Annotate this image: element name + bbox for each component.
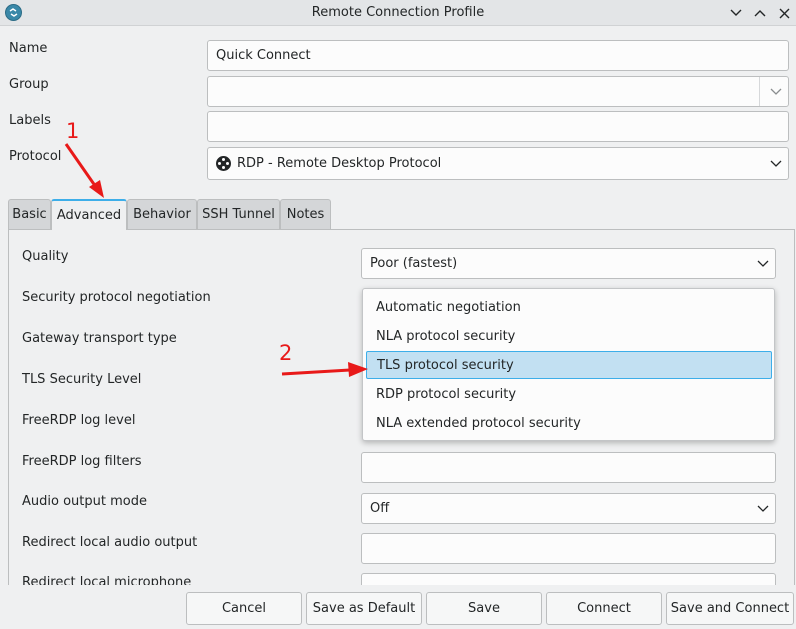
audio-output-label: Audio output mode — [22, 494, 147, 509]
freerdp-log-filters-field[interactable] — [361, 452, 776, 483]
chevron-down-icon — [770, 88, 782, 95]
window-title: Remote Connection Profile — [311, 5, 485, 20]
tab-notes[interactable]: Notes — [280, 199, 331, 229]
labels-label: Labels — [9, 113, 51, 128]
rdp-protocol-icon — [216, 156, 231, 171]
protocol-label: Protocol — [9, 149, 62, 164]
freerdp-log-level-label: FreeRDP log level — [22, 413, 136, 428]
redirect-microphone-field[interactable] — [361, 573, 776, 585]
option-nla-extended-protocol-security[interactable]: NLA extended protocol security — [366, 409, 772, 437]
save-and-connect-button[interactable]: Save and Connect — [666, 592, 794, 625]
protocol-select[interactable]: RDP - Remote Desktop Protocol — [207, 147, 789, 180]
quality-label: Quality — [22, 249, 69, 264]
tls-security-level-label: TLS Security Level — [22, 372, 142, 387]
name-label: Name — [9, 41, 48, 56]
redirect-microphone-label: Redirect local microphone — [22, 575, 192, 585]
name-value: Quick Connect — [216, 48, 311, 63]
annotation-marker-1: 1 — [66, 119, 80, 143]
group-label: Group — [9, 77, 49, 92]
tab-ssh-tunnel[interactable]: SSH Tunnel — [197, 199, 280, 229]
chevron-down-icon — [757, 505, 769, 512]
annotation-arrow-1 — [64, 143, 104, 198]
quality-value: Poor (fastest) — [370, 256, 458, 271]
save-button[interactable]: Save — [426, 592, 542, 625]
cancel-button[interactable]: Cancel — [186, 592, 302, 625]
tab-behavior[interactable]: Behavior — [127, 199, 197, 229]
option-tls-protocol-security[interactable]: TLS protocol security — [366, 351, 772, 379]
tab-basic[interactable]: Basic — [8, 199, 51, 229]
save-as-default-button[interactable]: Save as Default — [306, 592, 422, 625]
option-automatic-negotiation[interactable]: Automatic negotiation — [366, 293, 772, 321]
tab-advanced[interactable]: Advanced — [51, 199, 127, 230]
security-negotiation-label: Security protocol negotiation — [22, 290, 211, 305]
option-nla-protocol-security[interactable]: NLA protocol security — [366, 322, 772, 350]
redirect-audio-label: Redirect local audio output — [22, 535, 198, 550]
audio-output-select[interactable]: Off — [361, 493, 776, 524]
quality-select[interactable]: Poor (fastest) — [361, 248, 776, 279]
group-combobox[interactable] — [207, 76, 789, 107]
audio-output-value: Off — [370, 501, 390, 516]
title-bar: Remote Connection Profile — [0, 0, 796, 26]
option-rdp-protocol-security[interactable]: RDP protocol security — [366, 380, 772, 408]
connect-button[interactable]: Connect — [546, 592, 662, 625]
name-field[interactable]: Quick Connect — [207, 40, 789, 71]
minimize-icon[interactable] — [726, 3, 746, 23]
chevron-down-icon — [770, 160, 782, 167]
chevron-down-icon — [757, 260, 769, 267]
labels-field[interactable] — [207, 111, 789, 142]
annotation-marker-2: 2 — [279, 341, 293, 365]
close-icon[interactable] — [774, 3, 794, 23]
security-negotiation-dropdown: Automatic negotiation NLA protocol secur… — [362, 288, 775, 441]
gateway-transport-label: Gateway transport type — [22, 331, 177, 346]
redirect-audio-field[interactable] — [361, 533, 776, 564]
maximize-icon[interactable] — [750, 3, 770, 23]
freerdp-log-filters-label: FreeRDP log filters — [22, 454, 142, 469]
protocol-value: RDP - Remote Desktop Protocol — [237, 156, 442, 171]
